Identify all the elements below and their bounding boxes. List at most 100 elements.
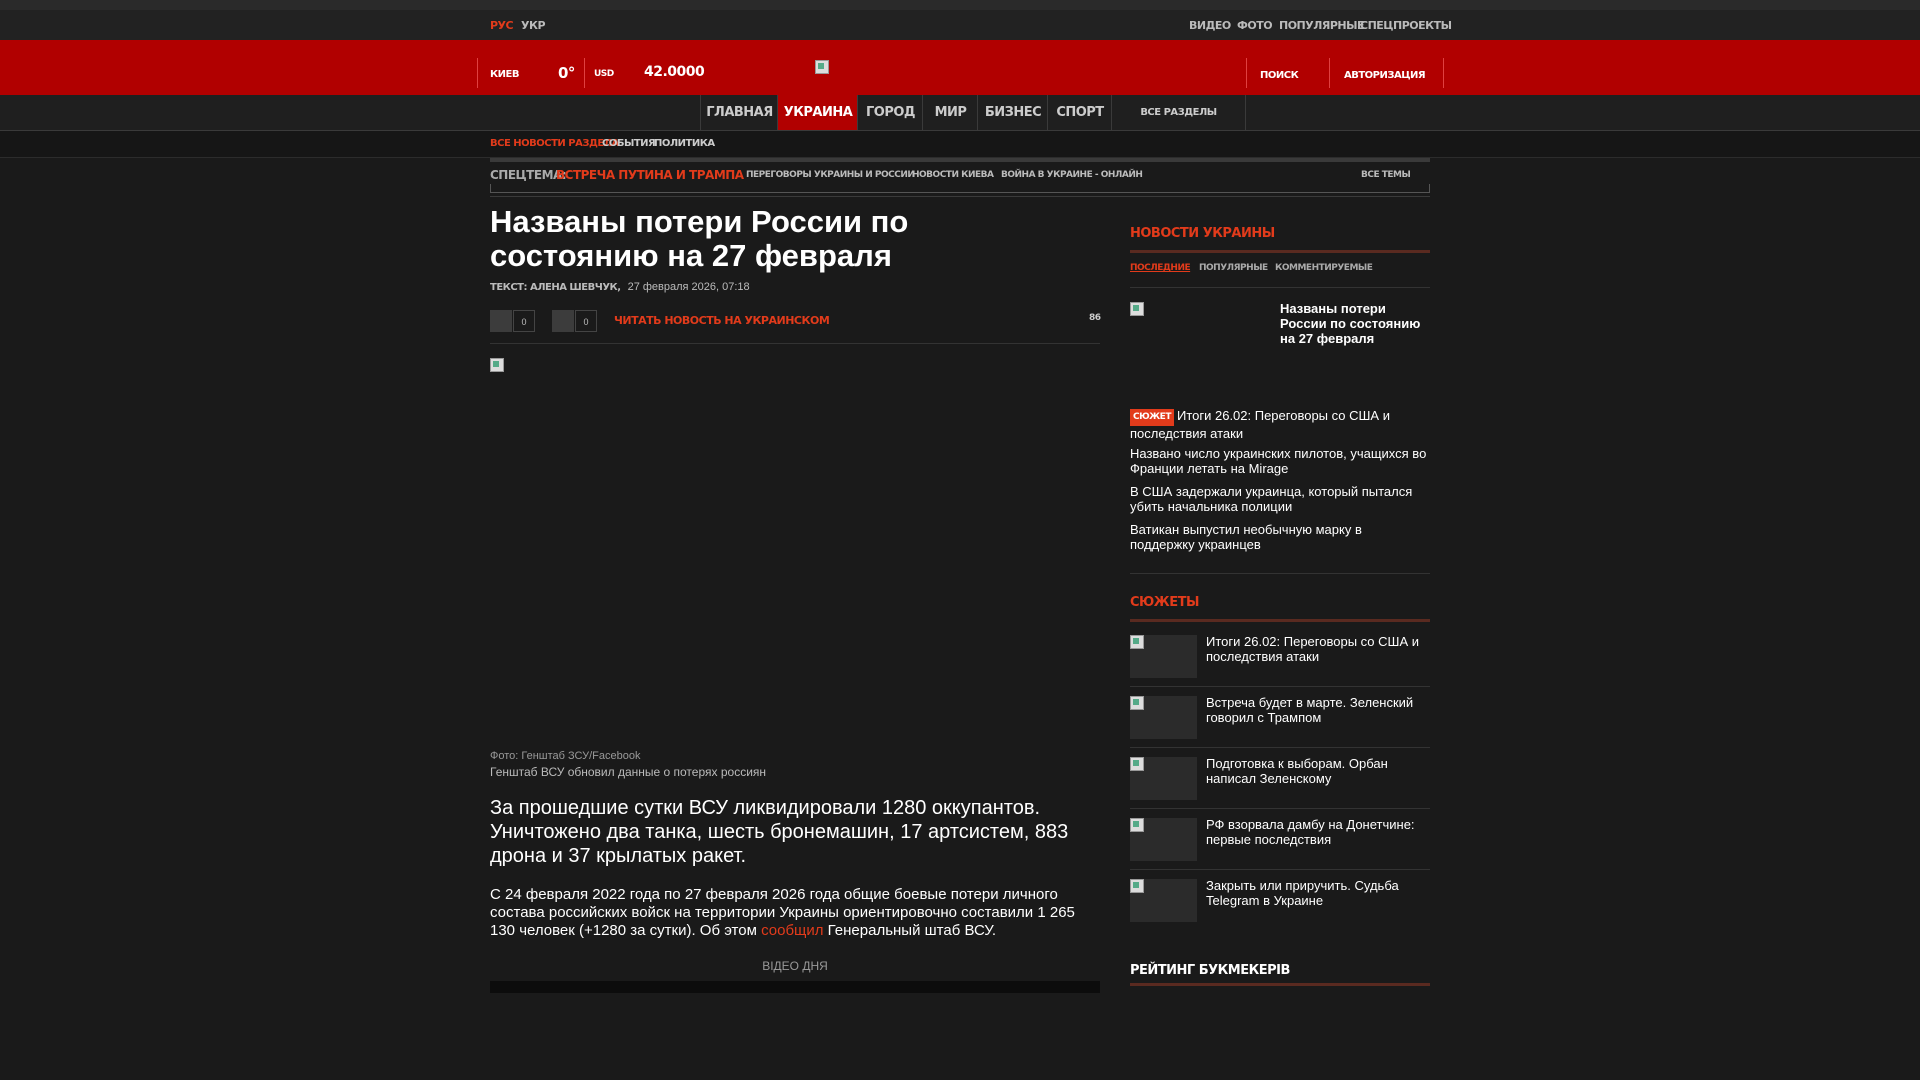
all-topics-link[interactable]: ВСЕ ТЕМЫ [1361,170,1411,180]
story-thumbnail[interactable] [1130,757,1197,800]
featured-thumbnail[interactable] [1130,302,1270,392]
lang-ru-link[interactable]: РУС [490,19,514,32]
video-player[interactable] [490,981,1100,993]
divider [1130,747,1430,748]
site-logo[interactable] [815,60,831,74]
divider [1329,58,1330,88]
nav-item-business[interactable]: БИЗНЕС [977,95,1048,130]
broken-image-icon [1130,635,1144,649]
divider [1130,573,1430,574]
video-link[interactable]: ВИДЕО [1189,19,1231,32]
nav-all-sections[interactable]: ВСЕ РАЗДЕЛЫ [1111,95,1246,130]
broken-image-icon [490,358,504,372]
divider [1130,287,1430,288]
topic-scrollbar [490,184,1430,193]
divider [1130,619,1430,622]
temperature: 0° [558,64,575,82]
article-date: 27 февраля 2026, 07:18 [627,281,750,293]
read-in-ukrainian-link[interactable]: ЧИТАТЬ НОВОСТЬ НА УКРАИНСКОМ [614,314,830,327]
broken-image-icon [1130,696,1144,710]
share-facebook-button[interactable] [490,310,512,332]
broken-image-icon [1130,757,1144,771]
popular-link[interactable]: ПОПУЛЯРНЫЕ [1279,19,1365,32]
subnav-all-news[interactable]: ВСЕ НОВОСТИ РАЗДЕЛА [490,138,619,149]
divider [1130,808,1430,809]
nav-item-ukraine[interactable]: УКРАИНА [777,95,858,130]
article-author[interactable]: ТЕКСТ: АЛЕНА ШЕВЧУК, [490,282,621,293]
divider [1130,869,1430,870]
news-item[interactable]: Ватикан выпустил необычную марку в подде… [1130,522,1430,552]
story-thumbnail[interactable] [1130,879,1197,922]
currency-value: 42.0000 [644,64,705,80]
story-item[interactable]: Подготовка к выборам. Орбан написал Зеле… [1206,756,1430,786]
share-twitter-button[interactable] [552,310,574,332]
views-count: 86 [1089,313,1101,323]
source-link[interactable]: сообщил [761,922,823,939]
broken-image-icon [1130,302,1144,316]
news-item[interactable]: Названо число украинских пилотов, учащих… [1130,446,1430,476]
story-item[interactable]: РФ взорвала дамбу на Донетчине: первые п… [1206,817,1430,847]
tab-popular[interactable]: ПОПУЛЯРНЫЕ [1199,263,1268,273]
divider [490,343,1100,344]
photo-link[interactable]: ФОТО [1237,19,1273,32]
story-item[interactable]: Закрыть или приручить. Судьба Telegram в… [1206,878,1430,908]
nav-item-city[interactable]: ГОРОД [857,95,923,130]
story-thumbnail[interactable] [1130,635,1197,678]
article-byline: ТЕКСТ: АЛЕНА ШЕВЧУК, 27 февраля 2026, 07… [490,281,750,293]
photo-caption: Генштаб ВСУ обновил данные о потерях рос… [490,765,767,779]
sidebar-rating-heading: РЕЙТИНГ БУКМЕКЕРІВ [1130,963,1290,978]
divider [1130,686,1430,687]
special-topic-label: СПЕЦТЕМА: [490,168,567,182]
city-label: КИЕВ [490,69,520,80]
body-text: Генеральный штаб ВСУ. [823,922,997,939]
news-item[interactable]: В США задержали украинца, который пыталс… [1130,484,1430,514]
currency-label: USD [594,69,614,79]
special-topic-bar: СПЕЦТЕМА: ВСТРЕЧА ПУТИНА И ТРАМПА ПЕРЕГО… [490,158,1430,197]
section-subnav: ВСЕ НОВОСТИ РАЗДЕЛА СОБЫТИЯ ПОЛИТИКА [0,131,1920,158]
share-count: 0 [575,310,597,332]
tab-latest[interactable]: ПОСЛЕДНИЕ [1130,263,1191,273]
divider [477,58,478,88]
story-thumbnail[interactable] [1130,818,1197,861]
sidebar-news-heading[interactable]: НОВОСТИ УКРАИНЫ [1130,226,1275,241]
subnav-politics[interactable]: ПОЛИТИКА [654,138,715,149]
divider [1443,58,1444,88]
topic-link-negotiations[interactable]: ПЕРЕГОВОРЫ УКРАИНЫ И РОССИИ [746,170,915,180]
special-topic-link[interactable]: ВСТРЕЧА ПУТИНА И ТРАМПА [556,168,744,182]
subnav-events[interactable]: СОБЫТИЯ [602,138,656,149]
photo-credit: Фото: Генштаб ЗСУ/Facebook [490,750,641,762]
article-body: С 24 февраля 2022 года по 27 февраля 202… [490,886,1100,940]
video-of-day-label: ВІДЕО ДНЯ [762,959,828,973]
article-title: Названы потери России по состоянию на 27… [490,204,909,273]
login-link[interactable]: АВТОРИЗАЦИЯ [1344,70,1426,81]
top-bar: РУС УКР ВИДЕО ФОТО ПОПУЛЯРНЫЕ СПЕЦПРОЕКТ… [0,10,1920,40]
topic-link-kyiv-news[interactable]: НОВОСТИ КИЕВА [912,170,994,180]
divider [584,58,585,88]
story-item[interactable]: Встреча будет в марте. Зеленский говорил… [1206,695,1430,725]
special-projects-link[interactable]: СПЕЦПРОЕКТЫ [1360,19,1452,32]
nav-item-sport[interactable]: СПОРТ [1047,95,1112,130]
divider [1246,58,1247,88]
article-lead: За прошедшие сутки ВСУ ликвидировали 128… [490,797,1069,867]
nav-item-world[interactable]: МИР [922,95,978,130]
logo-image-icon [815,60,829,74]
broken-image-icon [1130,879,1144,893]
topic-link-war-online[interactable]: ВОЙНА В УКРАИНЕ - ОНЛАЙН [1001,170,1143,180]
sidebar-stories-heading[interactable]: СЮЖЕТЫ [1130,595,1199,610]
tab-commented[interactable]: КОММЕНТИРУЕМЫЕ [1275,263,1373,273]
nav-item-home[interactable]: ГЛАВНАЯ [700,95,778,130]
divider [1130,983,1430,986]
lang-ua-link[interactable]: УКР [521,19,546,32]
main-nav: ГЛАВНАЯ УКРАИНА ГОРОД МИР БИЗНЕС СПОРТ В… [0,95,1920,131]
story-thumbnail[interactable] [1130,696,1197,739]
story-item[interactable]: Итоги 26.02: Переговоры со США и последс… [1206,634,1430,664]
divider [1130,250,1430,253]
story-badge: СЮЖЕТ [1130,409,1174,426]
search-link[interactable]: ПОИСК [1260,70,1299,81]
header-bar: КИЕВ 0° USD 42.0000 ПОИСК АВТОРИЗАЦИЯ [0,40,1920,95]
featured-news-title[interactable]: Названы потери России по состоянию на 27… [1280,301,1430,346]
news-item[interactable]: СЮЖЕТ Итоги 26.02: Переговоры со США и по… [1130,408,1430,441]
article-photo [490,358,1100,738]
top-strip [0,0,1920,10]
share-count: 0 [513,310,535,332]
